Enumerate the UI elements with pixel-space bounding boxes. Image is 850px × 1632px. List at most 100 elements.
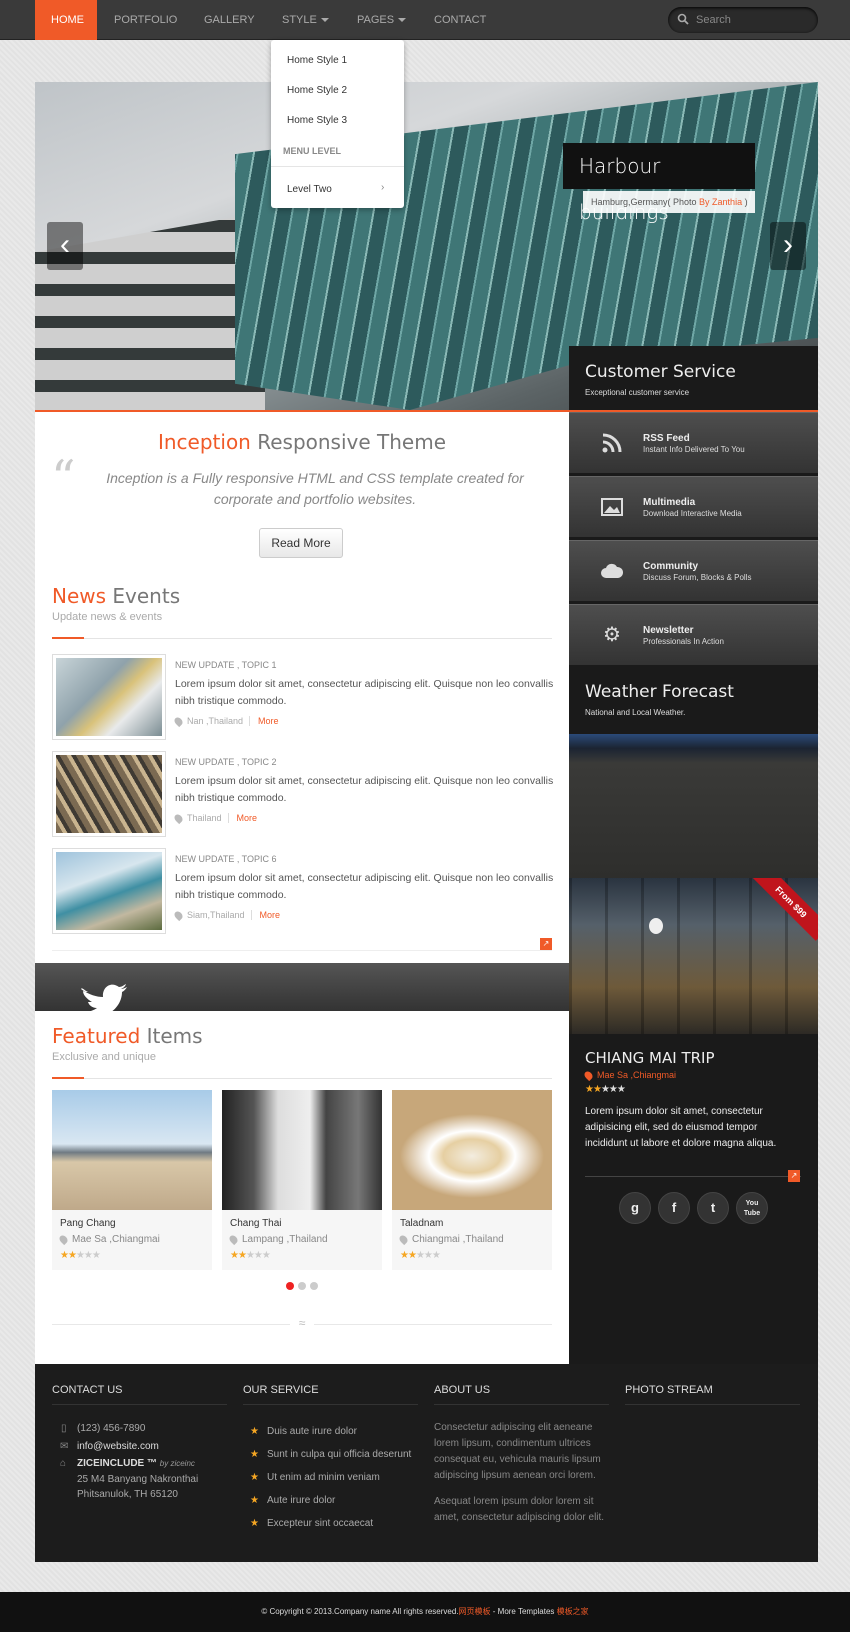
sidebar: Customer Service Exceptional customer se…	[569, 346, 818, 1364]
chevron-right-icon: ›	[381, 182, 385, 193]
nav-style[interactable]: STYLE	[266, 0, 345, 40]
intro-title-rest: Responsive Theme	[250, 430, 447, 454]
trip-title[interactable]: CHIANG MAI TRIP	[585, 1049, 715, 1067]
featured-card-image	[392, 1090, 552, 1210]
trip-image[interactable]: From $99	[569, 878, 818, 1034]
footer-address-line-2: Phitsanulok, TH 65120	[77, 1489, 178, 1500]
price-ribbon: From $99	[748, 878, 818, 948]
slider-next-arrow-icon[interactable]: ›	[770, 222, 806, 270]
nav-contact[interactable]: CONTACT	[418, 0, 502, 40]
news-meta: Nan ,Thailand More	[172, 715, 279, 728]
footer: CONTACT US ▯ (123) 456-7890 ✉ info@websi…	[35, 1364, 818, 1562]
carousel-dot-3[interactable]	[310, 1282, 318, 1290]
nav-portfolio[interactable]: PORTFOLIO	[98, 0, 193, 40]
footer-company: ZICEINCLUDE ™ by ziceinc	[77, 1458, 195, 1469]
trip-description: Lorem ipsum dolor sit amet, consectetur …	[585, 1106, 777, 1149]
featured-title-rest: Items	[140, 1024, 203, 1048]
intro-title: Inception Responsive Theme	[35, 430, 569, 454]
twitter-icon[interactable]: t	[697, 1192, 729, 1224]
location-pin-icon	[582, 1069, 595, 1082]
style-dropdown-menu: Home Style 1 Home Style 2 Home Style 3 M…	[271, 40, 404, 208]
featured-card[interactable]: Chang Thai Lampang ,Thailand ★★★★★	[222, 1090, 382, 1270]
copyright-bar: © Copyright © 2013.Company name All righ…	[0, 1592, 850, 1632]
footer-service-item[interactable]: ★ Aute irure dolor	[250, 1495, 335, 1506]
google-plus-icon[interactable]: g	[619, 1192, 651, 1224]
footer-divider	[243, 1404, 418, 1405]
home-icon: ⌂	[60, 1458, 67, 1469]
news-more-link[interactable]: More	[227, 813, 258, 823]
dropdown-item-level-two[interactable]: Level Two	[287, 184, 332, 195]
nav-gallery[interactable]: GALLERY	[188, 0, 271, 40]
news-thumbnail[interactable]	[52, 751, 166, 837]
service-rss-feed[interactable]: RSS Feed Instant Info Delivered To You	[569, 412, 818, 474]
search-input[interactable]	[696, 11, 808, 29]
news-meta: Thailand More	[172, 812, 258, 825]
featured-card-location-text: Chiangmai ,Thailand	[412, 1234, 504, 1245]
news-body: Lorem ipsum dolor sit amet, consectetur …	[175, 775, 554, 804]
apple-logo-icon	[649, 918, 663, 934]
featured-card[interactable]: Pang Chang Mae Sa ,Chiangmai ★★★★★	[52, 1090, 212, 1270]
news-location: Thailand	[187, 813, 222, 823]
news-meta: Siam,Thailand More	[172, 909, 281, 922]
nav-pages[interactable]: PAGES	[341, 0, 422, 40]
location-pin-icon	[227, 1233, 240, 1246]
location-pin-icon	[397, 1233, 410, 1246]
service-newsletter[interactable]: ⚙ Newsletter Professionals In Action	[569, 604, 818, 666]
youtube-icon[interactable]: You Tube	[736, 1192, 768, 1224]
hero-photo-credit-link[interactable]: By Zanthia	[699, 197, 742, 207]
service-subtitle: Discuss Forum, Blocks & Polls	[643, 573, 752, 582]
trip-more-icon[interactable]: ↗	[788, 1170, 800, 1182]
carousel-dot-2[interactable]	[298, 1282, 306, 1290]
footer-service-item[interactable]: ★ Duis aute irure dolor	[250, 1426, 357, 1437]
dropdown-item-home-style-1[interactable]: Home Style 1	[287, 55, 347, 66]
copyright-link-2[interactable]: 模板之家	[557, 1607, 589, 1616]
rating-stars: ★★★★★	[60, 1250, 101, 1261]
news-view-all-icon[interactable]: ↗	[540, 938, 552, 950]
service-community[interactable]: Community Discuss Forum, Blocks & Polls	[569, 540, 818, 602]
facebook-icon[interactable]: f	[658, 1192, 690, 1224]
twitter-bird-icon	[81, 984, 127, 1015]
footer-email-link[interactable]: info@website.com	[77, 1441, 159, 1452]
star-icon: ★	[250, 1518, 259, 1529]
news-thumbnail[interactable]	[52, 654, 166, 740]
featured-card-image	[52, 1090, 212, 1210]
customer-service-title: Customer Service	[585, 362, 736, 382]
news-item: NEW UPDATE , TOPIC 2 Lorem ipsum dolor s…	[52, 751, 554, 839]
service-subtitle: Download Interactive Media	[643, 509, 742, 518]
read-more-button[interactable]: Read More	[259, 528, 343, 558]
news-bottom-divider	[52, 950, 552, 951]
hero-caption-title: Harbour buildings	[563, 143, 755, 224]
wave-ornament-icon: ≈	[290, 1316, 314, 1330]
footer-service-item-label: Ut enim ad minim veniam	[266, 1472, 380, 1483]
news-more-link[interactable]: More	[249, 716, 279, 726]
carousel-dot-1[interactable]	[286, 1282, 294, 1290]
star-icon: ★	[250, 1495, 259, 1506]
footer-service-item[interactable]: ★ Ut enim ad minim veniam	[250, 1472, 380, 1483]
service-subtitle: Instant Info Delivered To You	[643, 445, 745, 454]
slider-prev-arrow-icon[interactable]: ‹	[47, 222, 83, 270]
footer-service-title: OUR SERVICE	[243, 1384, 319, 1396]
caret-down-icon	[320, 18, 329, 23]
news-item: NEW UPDATE , TOPIC 6 Lorem ipsum dolor s…	[52, 848, 553, 936]
news-tag: NEW UPDATE , TOPIC 6	[175, 854, 277, 864]
top-navigation: HOME PORTFOLIO GALLERY STYLE PAGES CONTA…	[0, 0, 850, 40]
dropdown-item-home-style-2[interactable]: Home Style 2	[287, 85, 347, 96]
news-more-link[interactable]: More	[250, 910, 281, 920]
footer-divider	[52, 1404, 227, 1405]
caret-down-icon	[398, 18, 407, 23]
featured-card[interactable]: Taladnam Chiangmai ,Thailand ★★★★★	[392, 1090, 552, 1270]
service-multimedia[interactable]: Multimedia Download Interactive Media	[569, 476, 818, 538]
featured-card-image	[222, 1090, 382, 1210]
intro-title-accent: Inception	[157, 430, 251, 454]
nav-home[interactable]: HOME	[35, 0, 97, 40]
weather-title: Weather Forecast	[585, 682, 734, 702]
news-thumbnail[interactable]	[52, 848, 166, 934]
copyright-link-1[interactable]: 网页模板	[459, 1607, 491, 1616]
featured-card-location: Lampang ,Thailand	[227, 1233, 328, 1246]
dropdown-item-home-style-3[interactable]: Home Style 3	[287, 115, 347, 126]
footer-service-item[interactable]: ★ Excepteur sint occaecat	[250, 1518, 373, 1529]
footer-service-item[interactable]: ★ Sunt in culpa qui officia deserunt	[250, 1449, 411, 1460]
footer-service-item-label: Excepteur sint occaecat	[266, 1518, 374, 1529]
service-title: RSS Feed	[643, 433, 690, 444]
dropdown-header: MENU LEVEL	[283, 146, 342, 156]
